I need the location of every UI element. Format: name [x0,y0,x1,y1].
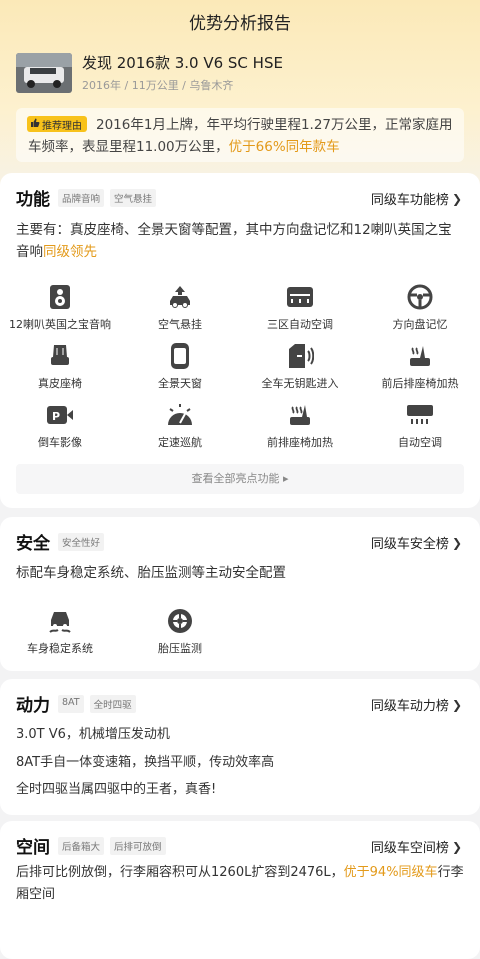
space-tag: 后备箱大 [58,837,105,855]
power-tag: 8AT [58,695,84,713]
power-title: 动力 [16,696,50,716]
stability-control-icon [46,607,74,635]
feature-label: 前后排座椅加热 [381,377,459,390]
power-line: 全时四驱当属四驱中的王者，真香! [16,782,217,797]
function-desc: 主要有：真皮座椅、全景天窗等配置，其中方向盘记忆和12喇叭英国之宝音响同级领先 [16,222,452,260]
feature-item[interactable]: 12喇叭英国之宝音响 [0,279,120,338]
feature-label: 三区自动空调 [267,318,333,331]
keyless-entry-icon [286,342,314,370]
feature-item[interactable]: 前后排座椅加热 [360,338,480,397]
reverse-camera-icon: P [46,401,74,429]
chevron-right-icon: ❯ [451,697,462,712]
feature-label: 倒车影像 [38,436,82,449]
speaker-icon [46,283,74,311]
function-tags: 品牌音响 空气悬挂 [58,189,157,207]
car-meta: 2016年 / 11万公里 / 乌鲁木齐 [82,79,234,92]
power-line: 3.0T V6，机械增压发动机 [16,727,170,742]
function-title: 功能 [16,190,50,210]
safety-desc: 标配车身稳定系统、胎压监测等主动安全配置 [16,565,286,581]
feature-item[interactable]: 三区自动空调 [240,279,360,338]
power-line: 8AT手自一体变速箱，换挡平顺，传动效率高 [16,755,275,770]
feature-label: 真皮座椅 [38,377,82,390]
space-desc-highlight: 优于94%同级车 [343,865,438,880]
function-feature-grid: 12喇叭英国之宝音响 空气悬挂 三区自动空调 方向盘记忆 真皮座椅 全景天窗 全… [0,279,480,456]
recommendation-highlight: 优于66%同年款车 [228,139,340,155]
feature-item[interactable]: 车身稳定系统 [0,603,120,662]
feature-item[interactable]: 自动空调 [360,397,480,456]
svg-text:P: P [52,410,60,423]
feature-label: 车身稳定系统 [27,642,93,655]
tri-zone-ac-icon [286,283,314,311]
front-seat-heating-icon [286,401,314,429]
feature-item[interactable]: 全景天窗 [120,338,240,397]
feature-item[interactable]: 真皮座椅 [0,338,120,397]
feature-label: 全车无钥匙进入 [261,377,339,390]
function-card: 功能 品牌音响 空气悬挂 同级车功能榜 ❯ 主要有：真皮座椅、全景天窗等配置，其中… [0,173,480,508]
function-desc-highlight: 同级领先 [43,244,97,260]
feature-label: 前排座椅加热 [267,436,333,449]
panoramic-sunroof-icon [166,342,194,370]
seat-heating-icon [406,342,434,370]
power-tag: 全时四驱 [89,695,136,713]
triangle-right-icon: ▸ [282,472,289,485]
feature-item[interactable]: 全车无钥匙进入 [240,338,360,397]
chevron-right-icon: ❯ [451,839,462,854]
feature-label: 方向盘记忆 [392,318,448,331]
safety-card: 安全 安全性好 同级车安全榜 ❯ 标配车身稳定系统、胎压监测等主动安全配置 车身稳… [0,517,480,671]
feature-item[interactable]: 前排座椅加热 [240,397,360,456]
chevron-right-icon: ❯ [451,535,462,550]
safety-rank-link[interactable]: 同级车安全榜 ❯ [371,533,462,553]
cruise-control-icon [166,401,194,429]
air-suspension-icon [166,283,194,311]
chevron-right-icon: ❯ [451,191,462,206]
car-name: 发现 2016款 3.0 V6 SC HSE [82,54,283,72]
car-thumbnail[interactable] [16,53,72,93]
thumbs-up-icon [30,118,40,131]
feature-label: 空气悬挂 [158,318,202,331]
page-title: 优势分析报告 [189,14,291,34]
function-tag: 品牌音响 [58,189,105,207]
space-desc: 后排可比例放倒，行李厢容积可从1260L扩容到2476L，优于94%同级车行李厢… [16,865,464,902]
power-rank-link[interactable]: 同级车动力榜 ❯ [371,695,462,715]
power-card: 动力 8AT 全时四驱 同级车动力榜 ❯ 3.0T V6，机械增压发动机 8AT手… [0,679,480,815]
function-tag: 空气悬挂 [110,189,157,207]
feature-item[interactable]: 胎压监测 [120,603,240,662]
feature-label: 全景天窗 [158,377,202,390]
see-all-features-button[interactable]: 查看全部亮点功能 ▸ [16,464,464,494]
space-tag: 后排可放倒 [110,837,166,855]
space-title: 空间 [16,838,50,858]
feature-item[interactable]: P 倒车影像 [0,397,120,456]
feature-label: 自动空调 [398,436,442,449]
feature-label: 胎压监测 [158,642,202,655]
power-tags: 8AT 全时四驱 [58,695,136,713]
feature-item[interactable]: 定速巡航 [120,397,240,456]
safety-feature-grid: 车身稳定系统 胎压监测 [0,603,480,662]
tire-pressure-icon [166,607,194,635]
steering-memory-icon [406,283,434,311]
space-tags: 后备箱大 后排可放倒 [58,837,166,855]
feature-label: 12喇叭英国之宝音响 [9,318,111,331]
safety-tags: 安全性好 [58,533,105,551]
safety-title: 安全 [16,534,50,554]
function-rank-link[interactable]: 同级车功能榜 ❯ [371,189,462,209]
space-card: 空间 后备箱大 后排可放倒 同级车空间榜 ❯ 后排可比例放倒，行李厢容积可从126… [0,821,480,959]
feature-label: 定速巡航 [158,436,202,449]
feature-item[interactable]: 方向盘记忆 [360,279,480,338]
recommendation-text: 2016年1月上牌，年平均行驶里程1.27万公里，正常家庭用车频率，表显里程11… [28,117,453,155]
safety-tag: 安全性好 [58,533,105,551]
auto-ac-icon [406,401,434,429]
leather-seat-icon [46,342,74,370]
space-rank-link[interactable]: 同级车空间榜 ❯ [371,837,462,857]
recommendation-tag: 推荐理由 [27,116,87,132]
feature-item[interactable]: 空气悬挂 [120,279,240,338]
recommendation-box: 2016年1月上牌，年平均行驶里程1.27万公里，正常家庭用车频率，表显里程11… [16,108,464,162]
